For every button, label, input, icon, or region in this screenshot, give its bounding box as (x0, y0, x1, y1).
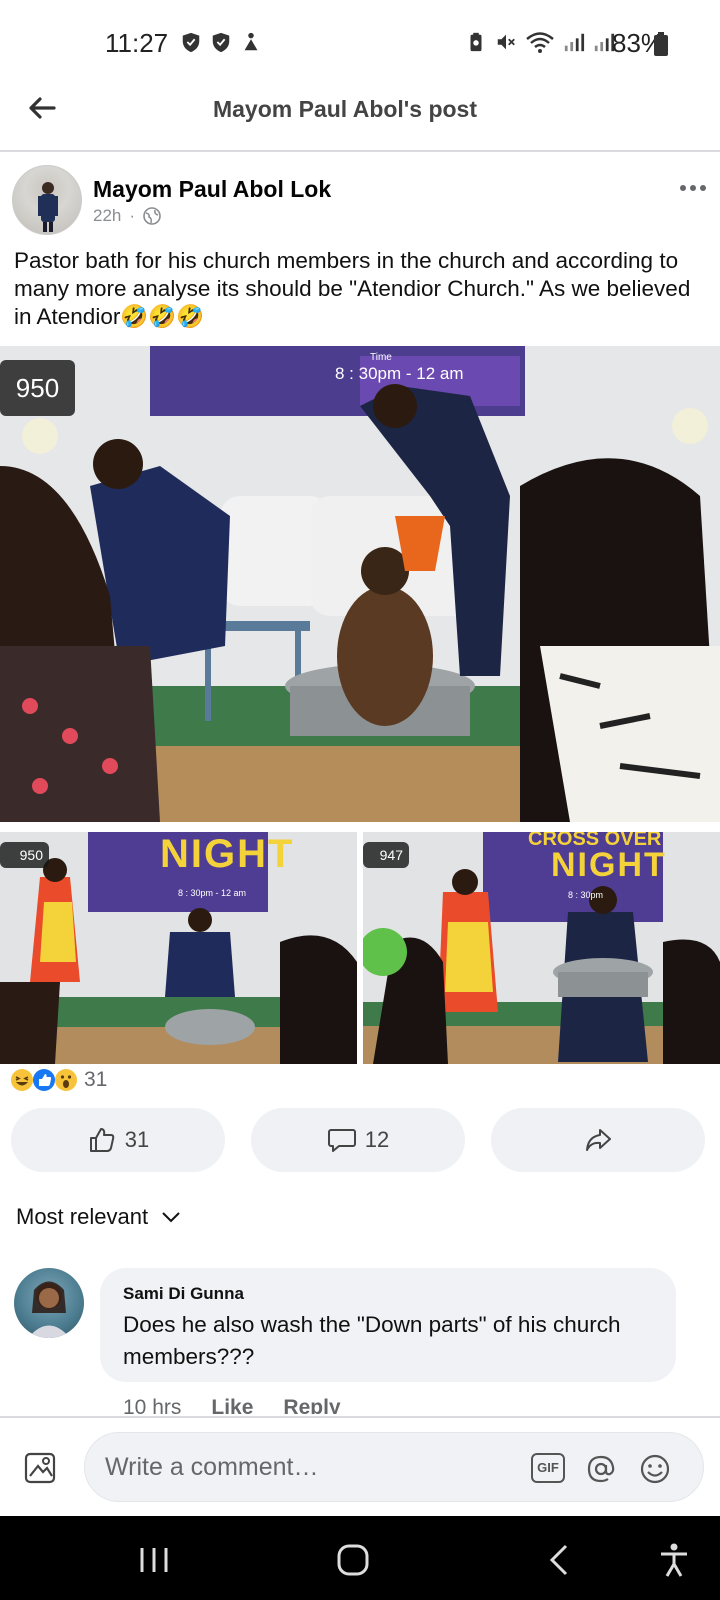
reaction-count: 31 (84, 1068, 108, 1091)
banner-title: NIGHT (160, 832, 295, 876)
emoji-icon[interactable] (639, 1453, 671, 1485)
banner-time-label: Time (370, 352, 392, 363)
status-bar: 11:27 83% (0, 0, 720, 88)
post-photo-thumb-2[interactable]: 947 CROSS OVER NIGHT 8 : 30pm (363, 832, 720, 1064)
wifi-icon (526, 32, 554, 53)
post-photo-main[interactable]: 950 Time 8 : 30pm - 12 am (0, 346, 720, 822)
post-header-bar: Mayom Paul Abol's post (0, 88, 720, 152)
back-nav-icon[interactable] (540, 1540, 580, 1580)
author-avatar[interactable] (12, 165, 82, 235)
comment-count: 12 (364, 1127, 390, 1152)
like-reaction-icon (33, 1069, 55, 1091)
comment-time: 10 hrs (123, 1396, 182, 1414)
mute-icon (497, 34, 515, 50)
post-text: Pastor bath for his church members in th… (14, 248, 691, 329)
photo-attach-icon[interactable] (22, 1448, 60, 1486)
comment-composer: Write a comment… GIF (0, 1416, 720, 1516)
haha-reaction-icon (11, 1069, 33, 1091)
shield-icon (182, 32, 200, 53)
comment-text: Does he also wash the "Down parts" of hi… (123, 1312, 621, 1369)
battery-saver-icon (470, 32, 482, 52)
share-icon (586, 1129, 611, 1151)
signal-icon (564, 33, 585, 52)
comment-input[interactable]: Write a comment… GIF (84, 1432, 704, 1502)
battery-icon (654, 32, 668, 56)
wow-reaction-icon (55, 1069, 77, 1091)
comment-reply-button[interactable]: Reply (283, 1396, 340, 1414)
comment-sort-dropdown[interactable]: Most relevant (16, 1204, 182, 1230)
banner-title: NIGHT (551, 846, 667, 884)
page-title: Mayom Paul Abol's post (212, 96, 478, 122)
comment-button[interactable]: 12 (251, 1108, 465, 1172)
view-count-badge: 947 (363, 842, 409, 868)
recent-apps-icon[interactable] (134, 1540, 174, 1580)
post-photo-main-image (0, 346, 720, 822)
commenter-name[interactable]: Sami Di Gunna (123, 1284, 244, 1304)
comment-input-placeholder: Write a comment… (105, 1453, 319, 1481)
home-icon[interactable] (333, 1540, 373, 1580)
person-icon (28, 1281, 70, 1338)
accessibility-icon (244, 32, 258, 51)
thumbs-up-icon (89, 1128, 114, 1152)
banner-time: 8 : 30pm (568, 890, 604, 900)
status-time: 11:27 (105, 28, 169, 58)
globe-icon (143, 207, 161, 225)
comment-bubble: Sami Di Gunna Does he also wash the "Dow… (100, 1268, 676, 1382)
commenter-avatar[interactable] (14, 1268, 84, 1338)
system-nav-bar (0, 1516, 720, 1600)
post-time: 22h (93, 206, 122, 225)
more-options-icon[interactable] (678, 178, 708, 198)
post-meta: 22h · (93, 206, 161, 226)
shield-icon (212, 32, 230, 53)
comment-icon (327, 1129, 356, 1152)
comment-actions: 10 hrs Like Reply (123, 1396, 341, 1414)
post-photo-thumb-1[interactable]: 950 NIGHT 8 : 30pm - 12 am (0, 832, 357, 1064)
view-count-badge: 950 (0, 842, 49, 868)
view-count-badge: 950 (0, 360, 75, 416)
person-icon (38, 182, 58, 232)
share-button[interactable] (491, 1108, 705, 1172)
like-button[interactable]: 31 (11, 1108, 225, 1172)
meta-separator: · (129, 206, 136, 225)
banner-time: 8 : 30pm - 12 am (178, 888, 247, 898)
banner-time: 8 : 30pm - 12 am (335, 364, 464, 383)
author-name[interactable]: Mayom Paul Abol Lok (93, 176, 331, 203)
reactions-summary[interactable]: 31 (10, 1068, 107, 1092)
like-count: 31 (124, 1127, 150, 1152)
mention-icon[interactable] (585, 1453, 617, 1485)
accessibility-icon[interactable] (654, 1540, 694, 1580)
chevron-down-icon (162, 1212, 180, 1223)
comment-like-button[interactable]: Like (211, 1396, 253, 1414)
sort-label: Most relevant (16, 1204, 149, 1229)
gif-button[interactable]: GIF (531, 1453, 565, 1483)
